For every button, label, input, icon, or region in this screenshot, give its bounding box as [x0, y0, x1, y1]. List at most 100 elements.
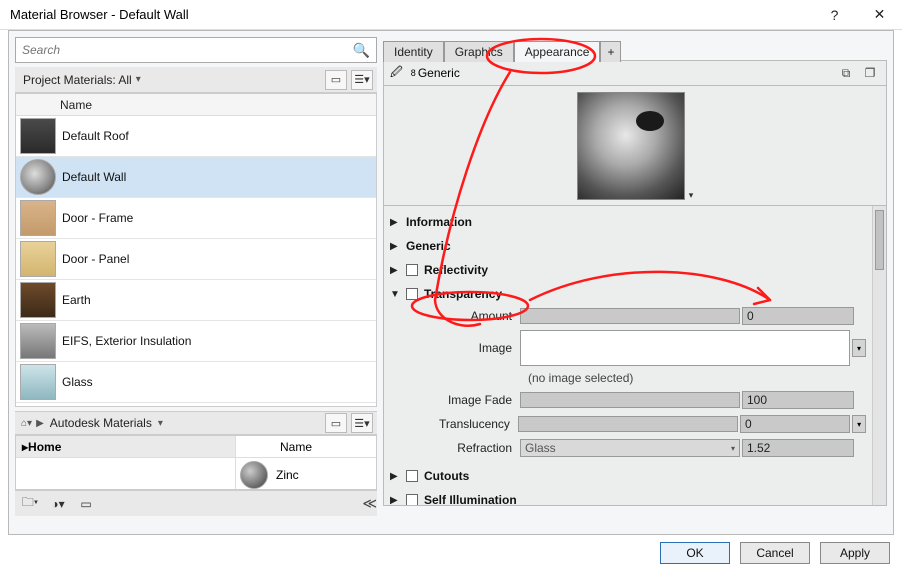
- material-name: Glass: [62, 375, 93, 389]
- image-note: (no image selected): [390, 369, 866, 387]
- tab-add[interactable]: +: [600, 41, 621, 62]
- amount-slider[interactable]: [520, 308, 740, 324]
- window-title: Material Browser - Default Wall: [10, 7, 812, 22]
- list-header-name[interactable]: Name: [16, 94, 376, 116]
- scrollbar-thumb[interactable]: [875, 210, 884, 270]
- list-item[interactable]: Door - Panel: [16, 239, 376, 280]
- left-bottom-toolbar: 🗀▾ ◑▾ ▭ ≪: [15, 490, 377, 516]
- library-list-header[interactable]: Name: [236, 436, 376, 458]
- lib-view-type-button[interactable]: ▭: [325, 413, 347, 433]
- view-options-button[interactable]: ☰▾: [351, 70, 373, 90]
- library-swatch: [240, 461, 268, 489]
- library-item[interactable]: Zinc: [236, 458, 376, 491]
- list-item[interactable]: Default Roof: [16, 116, 376, 157]
- apply-button[interactable]: Apply: [820, 542, 890, 564]
- tab-appearance[interactable]: Appearance: [514, 41, 601, 62]
- expand-icon[interactable]: ▶: [390, 495, 400, 506]
- library-home-label: Home: [28, 440, 61, 454]
- section-generic[interactable]: ▶ Generic: [390, 234, 866, 258]
- lib-view-options-button[interactable]: ☰▾: [351, 413, 373, 433]
- collapse-icon[interactable]: ≪: [362, 495, 373, 512]
- library-crumb[interactable]: Autodesk Materials: [46, 416, 156, 430]
- search-icon[interactable]: 🔍: [353, 42, 370, 59]
- material-name: EIFS, Exterior Insulation: [62, 334, 191, 348]
- section-title: Generic: [406, 239, 451, 253]
- cancel-button[interactable]: Cancel: [740, 542, 810, 564]
- fade-slider[interactable]: [520, 392, 740, 408]
- collapse-icon[interactable]: ▼: [390, 289, 400, 300]
- translucency-dropdown-icon[interactable]: ▾: [852, 415, 866, 433]
- material-name: Default Wall: [62, 170, 126, 184]
- refraction-label: Refraction: [390, 441, 520, 455]
- view-type-button[interactable]: ▭: [325, 70, 347, 90]
- ok-button[interactable]: OK: [660, 542, 730, 564]
- project-materials-bar[interactable]: Project Materials: All ▾ ▭ ☰▾: [15, 67, 377, 93]
- library-home-row[interactable]: ▸ Home: [16, 436, 235, 458]
- section-title: Self Illumination: [424, 493, 517, 506]
- material-swatch: [20, 282, 56, 318]
- open-library-button[interactable]: 🗀▾: [19, 494, 41, 514]
- duplicate-asset-icon[interactable]: ⧉: [836, 64, 856, 82]
- preview-options-icon[interactable]: ▾: [689, 190, 694, 201]
- image-dropdown-icon[interactable]: ▾: [852, 339, 866, 357]
- list-item[interactable]: EIFS, Exterior Insulation: [16, 321, 376, 362]
- amount-label: Amount: [390, 309, 520, 323]
- fade-value[interactable]: 100: [742, 391, 854, 409]
- home-icon[interactable]: ⌂▾: [19, 418, 34, 429]
- expand-icon[interactable]: ▶: [390, 265, 400, 276]
- translucency-value[interactable]: 0: [740, 415, 850, 433]
- expand-icon[interactable]: ▶: [390, 217, 400, 228]
- prop-image: Image ▾: [390, 329, 866, 367]
- asset-use-count: 8: [411, 68, 416, 78]
- preview-thumbnail: [577, 92, 685, 200]
- material-name: Earth: [62, 293, 91, 307]
- copy-asset-icon[interactable]: ❐: [860, 64, 880, 82]
- list-item[interactable]: Door - Frame: [16, 198, 376, 239]
- refraction-value[interactable]: 1.52: [742, 439, 854, 457]
- tab-identity[interactable]: Identity: [383, 41, 444, 62]
- list-item[interactable]: Default Wall: [16, 157, 376, 198]
- chevron-down-icon: ▾: [731, 444, 735, 453]
- properties-panel: ▶Information ▶ Generic ▶Reflectivity ▼ Tra…: [383, 206, 887, 506]
- project-materials-label: Project Materials: All: [19, 73, 132, 87]
- expand-icon[interactable]: ▶: [390, 241, 400, 252]
- search-box[interactable]: 🔍: [15, 37, 377, 63]
- shader-name: Generic: [418, 66, 460, 80]
- properties-scrollbar[interactable]: [872, 206, 886, 505]
- transparency-checkbox[interactable]: [406, 288, 418, 300]
- translucency-label: Translucency: [390, 417, 518, 431]
- amount-value[interactable]: 0: [742, 307, 854, 325]
- library-breadcrumb-bar: ⌂▾ ▶ Autodesk Materials ▾ ▭ ☰▾: [15, 411, 377, 435]
- chevron-down-icon[interactable]: ▾: [156, 418, 165, 429]
- replace-asset-icon[interactable]: 🖉: [390, 63, 403, 84]
- section-self-illumination[interactable]: ▶ Self Illumination: [390, 488, 866, 506]
- expand-icon[interactable]: ▶: [390, 471, 400, 482]
- translucency-slider[interactable]: [518, 416, 738, 432]
- fade-label: Image Fade: [390, 393, 520, 407]
- list-item[interactable]: Earth: [16, 280, 376, 321]
- close-icon[interactable]: ✕: [857, 0, 902, 30]
- list-mode-button[interactable]: ▭: [75, 494, 97, 514]
- search-input[interactable]: [22, 43, 353, 57]
- chevron-down-icon[interactable]: ▾: [136, 74, 141, 85]
- section-cutouts[interactable]: ▶Cutouts: [390, 464, 866, 488]
- material-scroll[interactable]: Default Roof Default Wall Door - Frame D…: [16, 116, 376, 406]
- shader-header: 🖉 8 Generic ⧉ ❐: [383, 60, 887, 86]
- material-swatch: [20, 200, 56, 236]
- section-information[interactable]: ▶Information: [390, 210, 866, 234]
- help-icon[interactable]: ?: [812, 0, 857, 30]
- section-title: Transparency: [424, 287, 502, 301]
- tab-graphics[interactable]: Graphics: [444, 41, 514, 62]
- left-panel: 🔍 Project Materials: All ▾ ▭ ☰▾ Name Def…: [15, 37, 377, 528]
- prop-refraction: Refraction Glass▾ 1.52: [390, 437, 866, 459]
- section-reflectivity[interactable]: ▶Reflectivity: [390, 258, 866, 282]
- create-material-button[interactable]: ◑▾: [47, 494, 69, 514]
- refraction-select[interactable]: Glass▾: [520, 439, 740, 457]
- image-picker[interactable]: [520, 330, 850, 366]
- cutouts-checkbox[interactable]: [406, 470, 418, 482]
- reflectivity-checkbox[interactable]: [406, 264, 418, 276]
- library-tree[interactable]: ▸ Home: [16, 436, 236, 489]
- self-illumination-checkbox[interactable]: [406, 494, 418, 506]
- list-item[interactable]: Glass: [16, 362, 376, 403]
- material-swatch: [20, 364, 56, 400]
